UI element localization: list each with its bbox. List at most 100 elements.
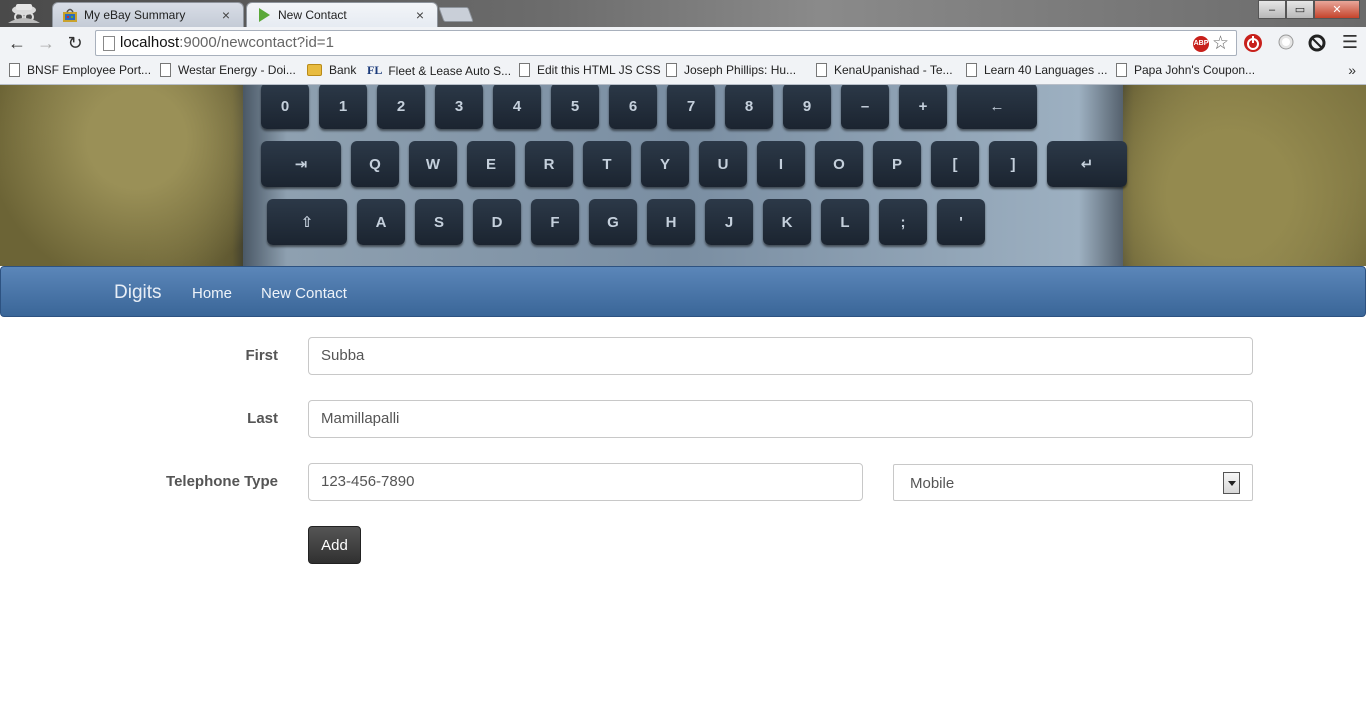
bookmark-label: Learn 40 Languages ...	[984, 63, 1108, 77]
keyboard-key: ←	[957, 85, 1037, 129]
last-name-input[interactable]: Mamillapalli	[308, 400, 1253, 438]
browser-chrome: My eBay Summary × New Contact × – ▭ ✕ ← …	[0, 0, 1366, 85]
bookmark-item[interactable]: Westar Energy - Doi...	[160, 63, 296, 77]
telephone-input[interactable]: 123-456-7890	[308, 463, 863, 501]
maximize-button[interactable]: ▭	[1286, 0, 1314, 19]
telephone-type-select[interactable]: Mobile	[893, 464, 1253, 501]
keyboard-key: G	[589, 199, 637, 245]
browser-toolbar: ← → ↻ localhost:9000/newcontact?id=1 ABP…	[0, 27, 1366, 59]
page-icon	[9, 63, 20, 77]
keyboard-key: 2	[377, 85, 425, 129]
keyboard-key: W	[409, 141, 457, 187]
page-icon	[816, 63, 827, 77]
chevron-down-icon[interactable]	[1223, 472, 1240, 494]
bookmark-label: KenaUpanishad - Te...	[834, 63, 953, 77]
fl-icon: FL	[367, 63, 383, 77]
bookmark-star-icon[interactable]: ☆	[1212, 32, 1229, 55]
tab-new-contact[interactable]: New Contact ×	[246, 2, 438, 27]
keyboard-row: ⇧ A S D F G H J K L; '	[267, 199, 985, 245]
bookmark-item[interactable]: BNSF Employee Port...	[9, 63, 151, 77]
nav-link-new-contact[interactable]: New Contact	[261, 285, 347, 302]
bookmark-item[interactable]: FL Fleet & Lease Auto S...	[367, 63, 511, 78]
first-name-input[interactable]: Subba	[308, 337, 1253, 375]
keyboard-key: 5	[551, 85, 599, 129]
bookmark-label: Westar Energy - Doi...	[178, 63, 296, 77]
keyboard-key: 9	[783, 85, 831, 129]
extension-ring-icon[interactable]	[1307, 33, 1327, 53]
site-navbar: Digits Home New Contact	[0, 266, 1366, 317]
power-icon[interactable]	[1243, 33, 1263, 53]
header-image: 0 1 2 3 4 5 6 7 8 9– + ← ⇥ Q W E R T Y U I O P[] ↵ ⇧ A S D F G H J K L;…	[0, 85, 1366, 266]
keyboard-key: D	[473, 199, 521, 245]
reload-icon[interactable]: ↻	[65, 33, 85, 53]
address-bar[interactable]: localhost:9000/newcontact?id=1 ABP ☆	[95, 30, 1237, 56]
folder-icon	[307, 64, 322, 76]
keyboard-key: ]	[989, 141, 1037, 187]
keyboard-key: R	[525, 141, 573, 187]
keyboard-key: I	[757, 141, 805, 187]
incognito-icon	[8, 4, 40, 23]
keyboard-key: 6	[609, 85, 657, 129]
back-icon[interactable]: ←	[7, 33, 27, 53]
adblock-icon[interactable]: ABP	[1193, 36, 1209, 52]
bookmark-label: Bank	[329, 63, 357, 77]
page-icon	[966, 63, 977, 77]
bookmark-item[interactable]: Edit this HTML JS CSS	[519, 63, 661, 77]
keyboard-key: 7	[667, 85, 715, 129]
keyboard-key: –	[841, 85, 889, 129]
tab-title: New Contact	[278, 7, 347, 22]
bookmark-folder[interactable]: Bank	[307, 63, 356, 77]
keyboard-key: ↵	[1047, 141, 1127, 187]
keyboard-key: 1	[319, 85, 367, 129]
close-tab-icon[interactable]: ×	[220, 8, 232, 22]
search-extension-icon[interactable]	[1277, 33, 1297, 53]
tab-ebay-summary[interactable]: My eBay Summary ×	[52, 2, 244, 27]
page-icon	[160, 63, 171, 77]
minimize-button[interactable]: –	[1258, 0, 1286, 19]
close-window-button[interactable]: ✕	[1314, 0, 1360, 19]
keyboard-key: +	[899, 85, 947, 129]
url-text[interactable]: localhost:9000/newcontact?id=1	[120, 34, 334, 51]
keyboard-key: A	[357, 199, 405, 245]
play-icon	[259, 7, 270, 22]
keyboard-key: S	[415, 199, 463, 245]
page-icon	[666, 63, 677, 77]
keyboard-key: 0	[261, 85, 309, 129]
keyboard-key: ⇥	[261, 141, 341, 187]
keyboard-key: [	[931, 141, 979, 187]
nav-link-home[interactable]: Home	[192, 285, 232, 302]
bookmark-item[interactable]: Learn 40 Languages ...	[966, 63, 1107, 77]
keyboard-key: '	[937, 199, 985, 245]
ebay-bag-icon	[63, 8, 77, 22]
keyboard-key: K	[763, 199, 811, 245]
tab-strip: My eBay Summary × New Contact × – ▭ ✕	[0, 0, 1366, 27]
bookmark-label: Edit this HTML JS CSS	[537, 63, 661, 77]
bookmark-item[interactable]: Joseph Phillips: Hu...	[666, 63, 796, 77]
bookmark-item[interactable]: KenaUpanishad - Te...	[816, 63, 953, 77]
keyboard-key: F	[531, 199, 579, 245]
keyboard-key: H	[647, 199, 695, 245]
keyboard-key: O	[815, 141, 863, 187]
bookmarks-overflow-button[interactable]: »	[1348, 62, 1356, 78]
bookmark-label: Fleet & Lease Auto S...	[388, 63, 512, 78]
add-button[interactable]: Add	[308, 526, 361, 564]
close-tab-icon[interactable]: ×	[414, 8, 426, 22]
chrome-menu-icon[interactable]: ☰	[1340, 32, 1360, 52]
bookmarks-bar: BNSF Employee Port... Westar Energy - Do…	[0, 59, 1366, 85]
keyboard-key: E	[467, 141, 515, 187]
first-name-label: First	[245, 347, 278, 364]
select-value: Mobile	[910, 475, 955, 492]
url-path: :9000/newcontact?id=1	[179, 34, 334, 51]
forward-icon[interactable]: →	[36, 33, 56, 53]
page-icon	[1116, 63, 1127, 77]
keyboard-key: U	[699, 141, 747, 187]
keyboard-key: Q	[351, 141, 399, 187]
bookmark-item[interactable]: Papa John's Coupon...	[1116, 63, 1255, 77]
new-tab-button[interactable]	[438, 7, 474, 22]
keyboard-photo: 0 1 2 3 4 5 6 7 8 9– + ← ⇥ Q W E R T Y U I O P[] ↵ ⇧ A S D F G H J K L;…	[243, 85, 1127, 266]
keyboard-key: J	[705, 199, 753, 245]
keyboard-key: 8	[725, 85, 773, 129]
brand-link[interactable]: Digits	[114, 282, 162, 304]
keyboard-key: P	[873, 141, 921, 187]
page-icon	[519, 63, 530, 77]
